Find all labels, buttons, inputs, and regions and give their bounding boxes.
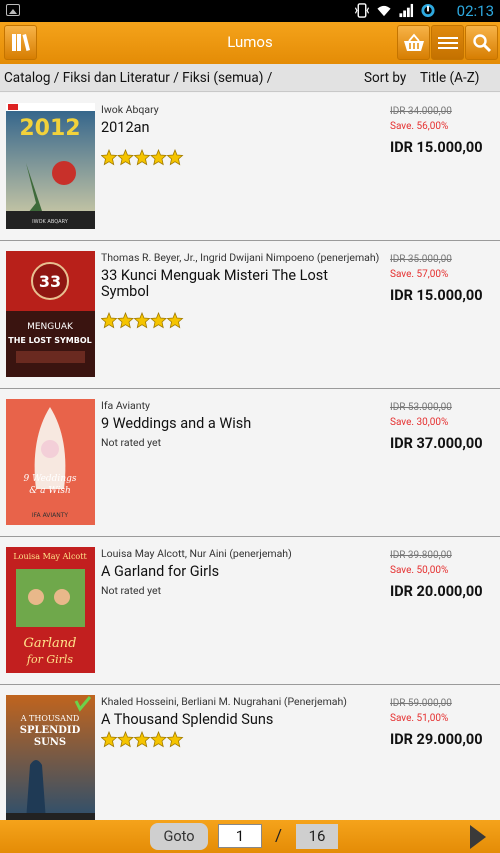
book-price: IDR 15.000,00	[390, 287, 483, 304]
svg-text:Garland: Garland	[24, 636, 77, 651]
breadcrumb-bar: Catalog / Fiksi dan Literatur / Fiksi (s…	[0, 64, 500, 92]
goto-button[interactable]: Goto	[150, 823, 208, 850]
book-item[interactable]: 9 Weddings & a Wish IFA AVIANTY Ifa Avia…	[0, 389, 500, 537]
svg-text:SPLENDID: SPLENDID	[20, 725, 81, 736]
book-price: IDR 20.000,00	[390, 583, 483, 600]
book-item[interactable]: Louisa May Alcott Garland for Girls Loui…	[0, 537, 500, 685]
discount-label: Save. 56,00%	[390, 121, 449, 132]
sort-by-label: Sort by	[364, 70, 407, 86]
book-cover: A THOUSAND SPLENDID SUNS	[6, 695, 95, 820]
book-cover: Louisa May Alcott Garland for Girls	[6, 547, 95, 673]
rating-status: Not rated yet	[101, 436, 162, 449]
book-cover: 33 MENGUAK THE LOST SYMBOL	[6, 251, 95, 377]
wifi-icon	[377, 5, 391, 17]
book-item[interactable]: A THOUSAND SPLENDID SUNS Khaled Hosseini…	[0, 685, 500, 820]
book-title[interactable]: A Thousand Splendid Suns	[101, 712, 351, 728]
basket-icon	[403, 33, 424, 51]
svg-text:Louisa May Alcott: Louisa May Alcott	[13, 552, 87, 561]
svg-text:A THOUSAND: A THOUSAND	[20, 714, 80, 723]
pagination-bar: Goto 1 / 16	[0, 820, 500, 853]
discount-label: Save. 51,00%	[390, 713, 449, 724]
book-title[interactable]: 9 Weddings and a Wish	[101, 416, 351, 432]
page-number-input[interactable]: 1	[218, 824, 262, 848]
breadcrumb[interactable]: Catalog / Fiksi dan Literatur / Fiksi (s…	[4, 70, 272, 86]
original-price: IDR 34.000,00	[390, 106, 452, 117]
book-price: IDR 37.000,00	[390, 435, 483, 452]
signal-icon	[399, 3, 414, 18]
book-title[interactable]: A Garland for Girls	[101, 564, 351, 580]
sort-select[interactable]: Title (A-Z)	[420, 70, 480, 86]
discount-label: Save. 50,00%	[390, 565, 449, 576]
book-item[interactable]: 33 MENGUAK THE LOST SYMBOL Thomas R. Bey…	[0, 241, 500, 389]
original-price: IDR 35.000,00	[390, 254, 452, 265]
list-view-button[interactable]	[431, 25, 464, 60]
book-title[interactable]: 2012an	[101, 120, 351, 136]
svg-text:2012: 2012	[19, 116, 80, 141]
svg-text:33: 33	[39, 272, 61, 291]
original-price: IDR 59.000,00	[390, 698, 452, 709]
gallery-notification-icon	[6, 4, 20, 16]
book-cover: 9 Weddings & a Wish IFA AVIANTY	[6, 399, 95, 525]
book-author: Khaled Hosseini, Berliani M. Nugrahani (…	[101, 695, 347, 708]
original-price: IDR 53.000,00	[390, 402, 452, 413]
rating-stars	[101, 731, 184, 748]
book-author: Iwok Abqary	[101, 103, 159, 116]
book-cover: 2012 IWOK ABQARY	[6, 103, 95, 229]
clock: 02:13	[456, 2, 494, 20]
rating-stars	[101, 312, 184, 329]
book-author: Thomas R. Beyer, Jr., Ingrid Dwijani Nim…	[101, 251, 380, 264]
book-title[interactable]: 33 Kunci Menguak Misteri The Lost Symbol	[101, 268, 351, 300]
discount-label: Save. 57,00%	[390, 269, 449, 280]
vibrate-icon	[354, 3, 370, 18]
original-price: IDR 39.800,00	[390, 550, 452, 561]
search-icon	[472, 33, 491, 52]
book-item[interactable]: 2012 IWOK ABQARY Iwok Abqary 2012an IDR …	[0, 93, 500, 241]
svg-text:& a Wish: & a Wish	[29, 486, 70, 496]
discount-label: Save. 30,00%	[390, 417, 449, 428]
battery-icon	[421, 3, 435, 18]
next-page-icon[interactable]	[470, 825, 486, 849]
list-icon	[437, 36, 458, 49]
svg-text:9 Weddings: 9 Weddings	[23, 474, 76, 484]
book-price: IDR 29.000,00	[390, 731, 483, 748]
book-list[interactable]: 2012 IWOK ABQARY Iwok Abqary 2012an IDR …	[0, 93, 500, 820]
svg-text:SUNS: SUNS	[34, 737, 66, 748]
svg-text:IWOK ABQARY: IWOK ABQARY	[32, 219, 69, 225]
book-price: IDR 15.000,00	[390, 139, 483, 156]
book-author: Ifa Avianty	[101, 399, 150, 412]
book-author: Louisa May Alcott, Nur Aini (penerjemah)	[101, 547, 292, 560]
rating-status: Not rated yet	[101, 584, 162, 597]
total-pages: 16	[296, 824, 338, 849]
status-bar: 02:13	[0, 0, 500, 22]
svg-text:IFA AVIANTY: IFA AVIANTY	[32, 512, 69, 519]
cart-button[interactable]	[397, 25, 430, 60]
svg-text:for Girls: for Girls	[26, 653, 74, 666]
search-button[interactable]	[465, 25, 498, 60]
svg-text:THE LOST SYMBOL: THE LOST SYMBOL	[8, 336, 92, 345]
svg-text:MENGUAK: MENGUAK	[27, 322, 74, 332]
page-separator: /	[275, 826, 283, 846]
rating-stars	[101, 149, 184, 166]
app-bar: Lumos	[0, 22, 500, 64]
